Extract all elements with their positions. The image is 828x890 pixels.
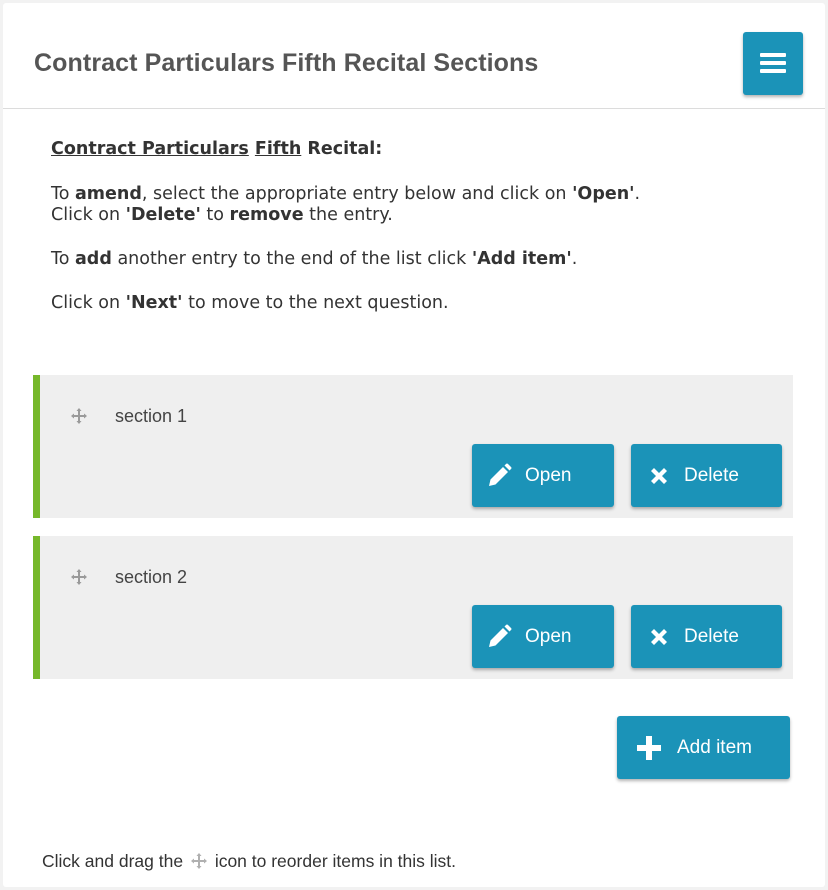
move-icon[interactable] — [71, 408, 87, 424]
move-icon — [190, 853, 207, 874]
page-title: Contract Particulars Fifth Recital Secti… — [34, 49, 539, 77]
instructions-add: To add another entry to the end of the l… — [51, 249, 578, 269]
open-button[interactable]: Open — [472, 605, 614, 668]
instructions-amend: To amend, select the appropriate entry b… — [51, 184, 641, 225]
instructions-next: Click on 'Next' to move to the next ques… — [51, 293, 449, 313]
open-button-label: Open — [525, 625, 572, 647]
menu-button[interactable] — [743, 32, 803, 95]
pencil-icon — [489, 624, 512, 647]
instructions: Contract Particulars Fifth Recital: To a… — [51, 139, 791, 337]
delete-button-label: Delete — [684, 464, 739, 486]
close-icon — [651, 628, 667, 645]
add-item-button[interactable]: Add item — [617, 716, 790, 779]
list-item: section 1 Open Delete — [33, 375, 793, 518]
sections-panel: Contract Particulars Fifth Recital Secti… — [3, 3, 825, 887]
heading-part-2: Fifth — [254, 139, 302, 159]
reorder-hint-after: icon to reorder items in this list. — [214, 851, 457, 871]
close-icon — [651, 467, 667, 484]
heading-part-3: Recital: — [307, 139, 383, 159]
hamburger-menu-icon — [760, 53, 786, 73]
heading-part-1: Contract Particulars — [51, 139, 249, 159]
instructions-heading: Contract Particulars Fifth Recital: — [51, 139, 791, 160]
list-item: section 2 Open Delete — [33, 536, 793, 679]
move-icon[interactable] — [71, 569, 87, 585]
open-button[interactable]: Open — [472, 444, 614, 507]
reorder-hint: Click and drag the icon to reorder items… — [42, 851, 456, 874]
delete-button[interactable]: Delete — [631, 444, 782, 507]
list-item-label: section 2 — [115, 567, 188, 587]
reorder-hint-before: Click and drag the — [42, 851, 184, 871]
delete-button-label: Delete — [684, 625, 739, 647]
delete-button[interactable]: Delete — [631, 605, 782, 668]
plus-icon — [637, 735, 661, 760]
add-item-button-label: Add item — [677, 736, 752, 758]
list-item-label: section 1 — [115, 406, 188, 426]
pencil-icon — [489, 463, 512, 486]
panel-header: Contract Particulars Fifth Recital Secti… — [3, 3, 825, 109]
open-button-label: Open — [525, 464, 572, 486]
